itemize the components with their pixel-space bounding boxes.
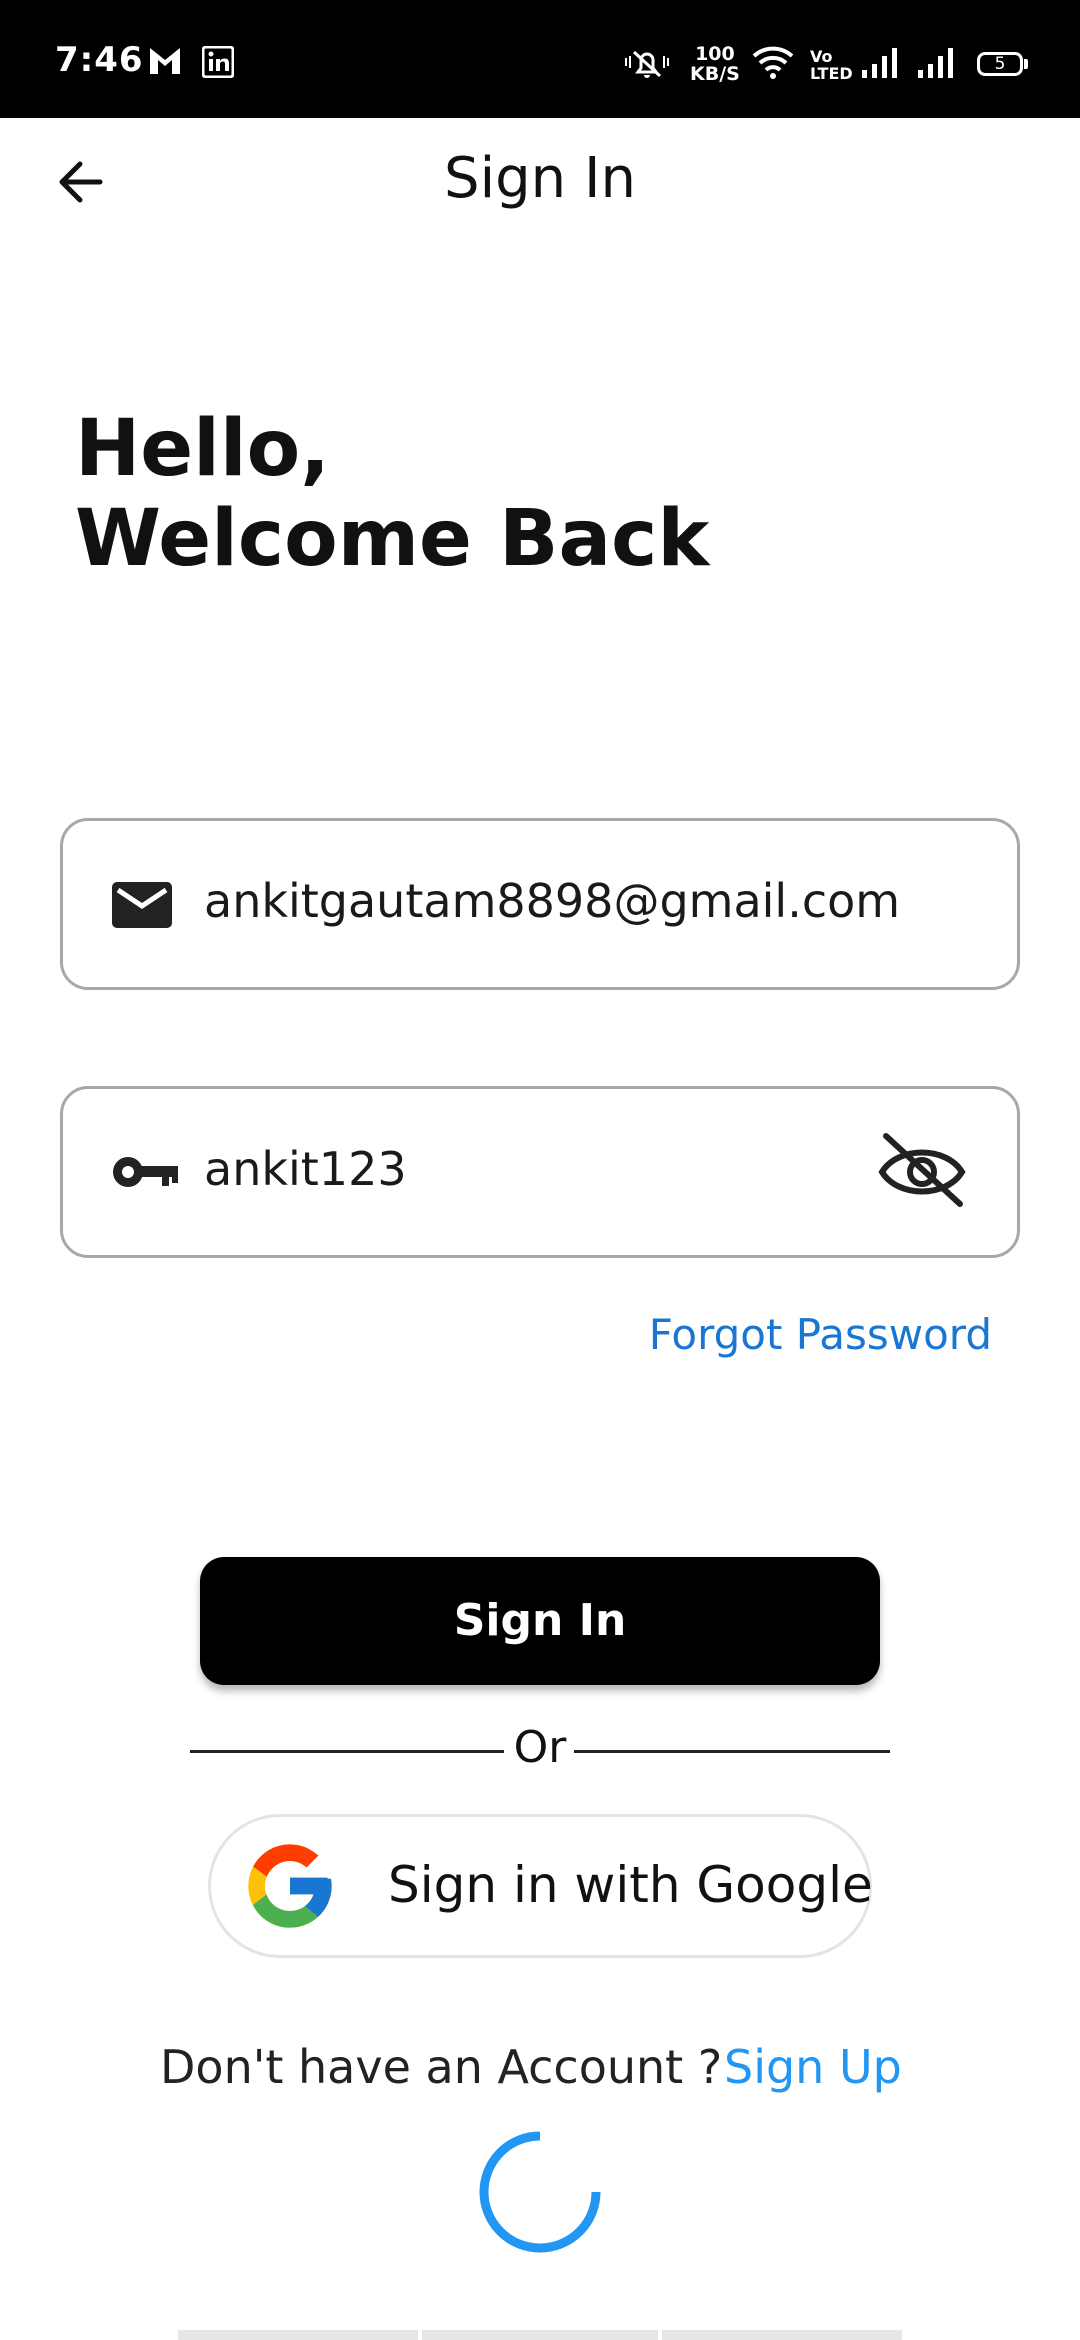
bottom-bar-segment bbox=[178, 2330, 418, 2340]
volte-bottom: LTED bbox=[810, 64, 853, 83]
mute-icon bbox=[625, 50, 669, 78]
greeting-line-2: Welcome Back bbox=[75, 494, 710, 584]
linkedin-icon bbox=[202, 46, 234, 78]
battery-icon: 5 bbox=[977, 52, 1023, 76]
sign-up-link[interactable]: Sign Up bbox=[724, 2040, 902, 2094]
divider-left bbox=[190, 1750, 504, 1753]
wifi-icon bbox=[752, 46, 794, 79]
volte-top: Vo bbox=[810, 47, 833, 66]
forgot-password-link[interactable]: Forgot Password bbox=[649, 1310, 992, 1359]
status-time: 7:46 bbox=[55, 40, 144, 80]
google-logo-icon bbox=[248, 1844, 332, 1928]
signal-icon bbox=[862, 48, 897, 78]
page-title: Sign In bbox=[444, 146, 636, 211]
battery-tip bbox=[1024, 59, 1028, 69]
google-sign-in-label: Sign in with Google bbox=[388, 1856, 873, 1914]
status-bar: 7:46 100 KB/S Vo LTED 5 bbox=[0, 0, 1080, 118]
volte-indicator: Vo LTED bbox=[810, 48, 853, 82]
gmail-icon bbox=[150, 48, 180, 74]
visibility-off-icon[interactable] bbox=[876, 1132, 968, 1208]
greeting-line-1: Hello, bbox=[75, 404, 330, 494]
signal-icon bbox=[918, 48, 953, 78]
network-speed: 100 KB/S bbox=[690, 44, 740, 84]
loading-spinner-icon bbox=[479, 2131, 601, 2253]
mail-icon bbox=[112, 882, 172, 928]
key-icon bbox=[113, 1157, 178, 1187]
speed-unit: KB/S bbox=[690, 63, 740, 85]
sign-in-button[interactable]: Sign In bbox=[200, 1557, 880, 1685]
no-account-text: Don't have an Account ? bbox=[160, 2040, 723, 2094]
bottom-bar-segment bbox=[422, 2330, 658, 2340]
or-label: Or bbox=[513, 1722, 567, 1773]
speed-value: 100 bbox=[695, 43, 735, 65]
password-value: ankit123 bbox=[204, 1142, 407, 1196]
divider-right bbox=[574, 1750, 890, 1753]
bottom-bar bbox=[178, 2330, 902, 2340]
bottom-bar-segment bbox=[662, 2330, 902, 2340]
email-value: ankitgautam8898@gmail.com bbox=[204, 874, 901, 928]
greeting: Hello, Welcome Back bbox=[75, 404, 709, 584]
